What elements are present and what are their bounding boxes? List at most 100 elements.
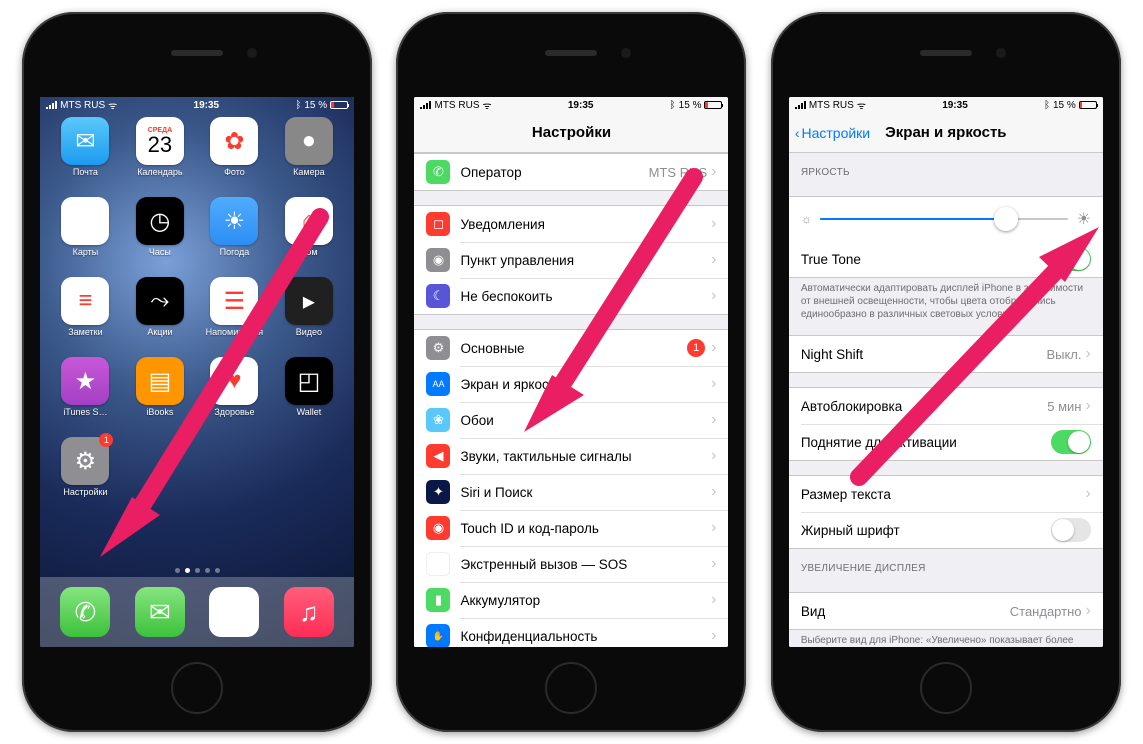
status-bar: MTS RUSᯤ 19:35 ᛒ15 % [40, 97, 354, 113]
row-label: Конфиденциальность [460, 629, 711, 644]
row-icon: ◻ [426, 212, 450, 236]
settings-screen: MTS RUSᯤ 19:35 ᛒ15 % Настройки ✆Оператор… [414, 97, 728, 647]
app-label: Дом [300, 247, 317, 257]
app-Wallet[interactable]: ◰Wallet [272, 357, 347, 435]
row-icon: ◉ [426, 516, 450, 540]
app-label: Календарь [137, 167, 182, 177]
bluetooth-icon: ᛒ [295, 100, 301, 111]
app-Видео[interactable]: ▸Видео [272, 277, 347, 355]
true-tone-toggle[interactable] [1051, 247, 1091, 271]
app-Камера[interactable]: ●Камера [272, 117, 347, 195]
settings-row-Уведомления[interactable]: ◻Уведомления› [414, 206, 728, 242]
auto-lock-row[interactable]: Автоблокировка 5 мин › [789, 388, 1103, 424]
app-label: iTunes S… [63, 407, 107, 417]
app-icon: ◰ [285, 357, 333, 405]
app-Погода[interactable]: ☀Погода [197, 197, 272, 275]
settings-list[interactable]: ✆ОператорMTS RUS› ◻Уведомления›◉Пункт упр… [414, 153, 728, 647]
bold-text-toggle[interactable] [1051, 518, 1091, 542]
text-size-row[interactable]: Размер текста › [789, 476, 1103, 512]
app-icon: ➤ [61, 197, 109, 245]
settings-row-Основные[interactable]: ⚙Основные1› [414, 330, 728, 366]
app-Календарь[interactable]: СРЕДА23 Календарь [123, 117, 198, 195]
battery-icon [704, 101, 722, 109]
phone-frame-3: MTS RUSᯤ 19:35 ᛒ15 % ‹Настройки Экран и … [771, 12, 1121, 732]
app-Почта[interactable]: ✉Почта [48, 117, 123, 195]
row-icon: AA [426, 372, 450, 396]
app-label: Здоровье [214, 407, 254, 417]
phone-frame-2: MTS RUSᯤ 19:35 ᛒ15 % Настройки ✆Оператор… [396, 12, 746, 732]
app-Часы[interactable]: ◷Часы [123, 197, 198, 275]
chevron-right-icon: › [1085, 345, 1090, 363]
app-icon: ☀ [210, 197, 258, 245]
row-label: Экстренный вызов — SOS [460, 557, 711, 572]
badge: 1 [687, 339, 705, 357]
settings-row-Оператор[interactable]: ✆ОператорMTS RUS› [414, 154, 728, 190]
app-Карты[interactable]: ➤ Карты [48, 197, 123, 275]
raise-to-wake-toggle[interactable] [1051, 430, 1091, 454]
settings-row-Siri и Поиск[interactable]: ✦Siri и Поиск› [414, 474, 728, 510]
app-label: Напоминания [206, 327, 263, 337]
dock: ✆ ✉ ◎ ♫ [40, 577, 354, 647]
home-button[interactable] [171, 662, 223, 714]
chevron-left-icon: ‹ [795, 125, 800, 141]
home-button[interactable] [545, 662, 597, 714]
home-button[interactable] [920, 662, 972, 714]
row-icon: ◉ [426, 248, 450, 272]
settings-row-Аккумулятор[interactable]: ▮Аккумулятор› [414, 582, 728, 618]
settings-row-Экстренный вызов — SOS[interactable]: SOSЭкстренный вызов — SOS› [414, 546, 728, 582]
row-icon: ✆ [426, 160, 450, 184]
dock-music[interactable]: ♫ [284, 587, 334, 637]
app-Акции[interactable]: ⤳Акции [123, 277, 198, 355]
app-Дом[interactable]: ⌂Дом [272, 197, 347, 275]
settings-row-Звуки, тактильные сигналы[interactable]: ◀Звуки, тактильные сигналы› [414, 438, 728, 474]
app-icon: ⚙1 [61, 437, 109, 485]
row-icon: ⚙ [426, 336, 450, 360]
app-label: Карты [73, 247, 99, 257]
settings-row-Не беспокоить[interactable]: ☾Не беспокоить› [414, 278, 728, 314]
app-iBooks[interactable]: ▤iBooks [123, 357, 198, 435]
nav-title: Настройки [532, 124, 611, 141]
settings-row-Конфиденциальность[interactable]: ✋Конфиденциальность› [414, 618, 728, 647]
chevron-right-icon: › [711, 447, 716, 465]
row-value: MTS RUS [649, 165, 708, 180]
app-Настройки[interactable]: ⚙1 Настройки [48, 437, 123, 515]
app-label: iBooks [146, 407, 173, 417]
battery-icon [1079, 101, 1097, 109]
dock-phone[interactable]: ✆ [60, 587, 110, 637]
phone-frame-1: MTS RUSᯤ 19:35 ᛒ15 % ✉Почта СРЕДА23 Календ… [22, 12, 372, 732]
page-indicator[interactable] [40, 564, 354, 577]
status-bar: MTS RUSᯤ 19:35 ᛒ15 % [789, 97, 1103, 113]
bluetooth-icon: ᛒ [670, 100, 676, 111]
chevron-right-icon: › [711, 163, 716, 181]
settings-row-Экран и яркость[interactable]: AAЭкран и яркость› [414, 366, 728, 402]
app-Заметки[interactable]: ≡Заметки [48, 277, 123, 355]
view-row[interactable]: Вид Стандартно › [789, 593, 1103, 629]
app-Здоровье[interactable]: ♥Здоровье [197, 357, 272, 435]
app-iTunes S…[interactable]: ★iTunes S… [48, 357, 123, 435]
settings-row-Обои[interactable]: ❀Обои› [414, 402, 728, 438]
row-icon: ☾ [426, 284, 450, 308]
dock-messages[interactable]: ✉ [135, 587, 185, 637]
app-Фото[interactable]: ✿Фото [197, 117, 272, 195]
settings-row-Touch ID и код-пароль[interactable]: ◉Touch ID и код-пароль› [414, 510, 728, 546]
wifi-icon: ᯤ [108, 98, 117, 112]
row-label: Основные [460, 341, 687, 356]
bold-text-row: Жирный шрифт [789, 512, 1103, 548]
night-shift-row[interactable]: Night Shift Выкл. › [789, 336, 1103, 372]
chevron-right-icon: › [1085, 485, 1090, 503]
battery-icon [330, 101, 348, 109]
app-icon: СРЕДА23 [136, 117, 184, 165]
settings-row-Пункт управления[interactable]: ◉Пункт управления› [414, 242, 728, 278]
view-description: Выберите вид для iPhone: «Увеличено» пок… [789, 630, 1103, 647]
dock-safari[interactable]: ◎ [209, 587, 259, 637]
app-label: Настройки [63, 487, 107, 497]
nav-bar: ‹Настройки Экран и яркость [789, 113, 1103, 153]
row-icon: ▮ [426, 588, 450, 612]
app-Напоминания[interactable]: ☰Напоминания [197, 277, 272, 355]
back-button[interactable]: ‹Настройки [795, 125, 870, 141]
row-icon: ◀ [426, 444, 450, 468]
section-header: ЯРКОСТЬ [789, 153, 1103, 182]
chevron-right-icon: › [711, 215, 716, 233]
app-grid: ✉Почта СРЕДА23 Календарь ✿Фото●Камера ➤ Карты… [40, 113, 354, 564]
brightness-slider[interactable] [820, 218, 1069, 220]
